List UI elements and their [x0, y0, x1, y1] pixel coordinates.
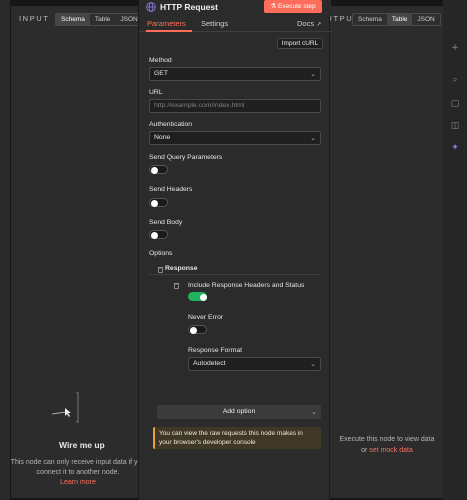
method-select[interactable]: GET ⌄ — [149, 67, 321, 81]
include-headers-toggle[interactable] — [188, 292, 207, 301]
method-label: Method — [149, 57, 172, 64]
flask-icon: ⚗ — [270, 3, 279, 10]
options-label: Options — [149, 250, 173, 257]
node-parameters-modal: HTTP Request ⚗ Execute step Parameters S… — [138, 0, 331, 500]
output-empty-text: Execute this node to view data or set mo… — [325, 434, 449, 456]
url-input[interactable]: http://example.com/index.html — [149, 99, 321, 113]
import-curl-button[interactable]: Import cURL — [277, 38, 323, 49]
send-query-toggle[interactable] — [149, 165, 168, 174]
active-tab-indicator — [146, 30, 192, 32]
response-label: Response — [165, 265, 198, 272]
send-query-label: Send Query Parameters — [149, 154, 223, 161]
learn-more-link[interactable]: Learn more — [60, 479, 96, 486]
chevron-down-icon: ⌄ — [310, 70, 316, 78]
chevron-down-icon: ⌄ — [310, 360, 316, 368]
docs-label: Docs — [297, 19, 315, 28]
right-toolbar: + ⌕ ▢ ◫ ✦ — [443, 0, 467, 500]
never-error-label: Never Error — [188, 314, 224, 321]
send-body-label: Send Body — [149, 219, 183, 226]
sticky-note-icon[interactable]: ▢ — [449, 98, 461, 110]
never-error-toggle[interactable] — [188, 325, 207, 334]
panel-icon[interactable]: ◫ — [449, 120, 461, 132]
output-empty-description: Execute this node to view data — [339, 436, 435, 443]
empty-state-text: This node can only receive input data if… — [8, 458, 148, 488]
output-tab-table[interactable]: Table — [386, 14, 413, 25]
execute-step-button[interactable]: ⚗ Execute step — [264, 0, 322, 13]
tab-settings[interactable]: Settings — [201, 19, 228, 28]
options-divider — [149, 274, 321, 275]
authentication-label: Authentication — [149, 121, 193, 128]
node-title[interactable]: HTTP Request — [160, 2, 218, 12]
chevron-down-icon: ⌄ — [311, 408, 317, 416]
output-or-text: or — [361, 447, 368, 454]
input-panel-label: INPUT — [19, 14, 50, 23]
globe-icon — [146, 2, 156, 12]
empty-state-title: Wire me up — [59, 440, 105, 450]
sparkle-icon[interactable]: ✦ — [449, 142, 461, 154]
tab-parameters[interactable]: Parameters — [147, 19, 186, 28]
authentication-select[interactable]: None ⌄ — [149, 131, 321, 145]
send-headers-label: Send Headers — [149, 186, 193, 193]
output-panel: OUTPUT Schema Table JSON — [319, 6, 443, 498]
search-icon[interactable]: ⌕ — [449, 74, 461, 86]
send-headers-toggle[interactable] — [149, 198, 168, 207]
external-link-icon: ↗ — [316, 22, 322, 28]
chevron-down-icon: ⌄ — [310, 134, 316, 142]
method-value: GET — [154, 70, 168, 77]
developer-console-notice: You can view the raw requests this node … — [153, 427, 321, 449]
response-format-value: Autodetect — [193, 360, 226, 367]
response-format-select[interactable]: Autodetect ⌄ — [188, 357, 321, 371]
output-view-tabs: Schema Table JSON — [352, 13, 441, 26]
input-view-tabs: Schema Table JSON — [55, 13, 144, 26]
docs-link[interactable]: Docs ↗ — [297, 19, 321, 28]
set-mock-data-link[interactable]: set mock data — [369, 447, 413, 454]
response-format-label: Response Format — [188, 347, 243, 354]
send-body-toggle[interactable] — [149, 230, 168, 239]
plus-icon[interactable]: + — [449, 42, 461, 54]
input-tab-schema[interactable]: Schema — [56, 14, 90, 25]
modal-header: HTTP Request ⚗ Execute step — [139, 0, 331, 15]
include-headers-label: Include Response Headers and Status — [188, 282, 305, 289]
output-tab-schema[interactable]: Schema — [353, 14, 387, 25]
trash-icon[interactable] — [173, 282, 180, 289]
wire-me-up-illustration-icon — [52, 392, 79, 423]
execute-step-label: Execute step — [278, 3, 316, 10]
add-option-button[interactable]: Add option ⌄ — [157, 405, 321, 419]
url-label: URL — [149, 89, 163, 96]
empty-state-description: This node can only receive input data if… — [10, 459, 146, 476]
left-rail — [0, 0, 10, 500]
output-tab-json[interactable]: JSON — [412, 14, 440, 25]
trash-icon[interactable] — [157, 266, 164, 273]
input-tab-table[interactable]: Table — [89, 14, 116, 25]
authentication-value: None — [154, 134, 171, 141]
add-option-label: Add option — [222, 408, 256, 415]
